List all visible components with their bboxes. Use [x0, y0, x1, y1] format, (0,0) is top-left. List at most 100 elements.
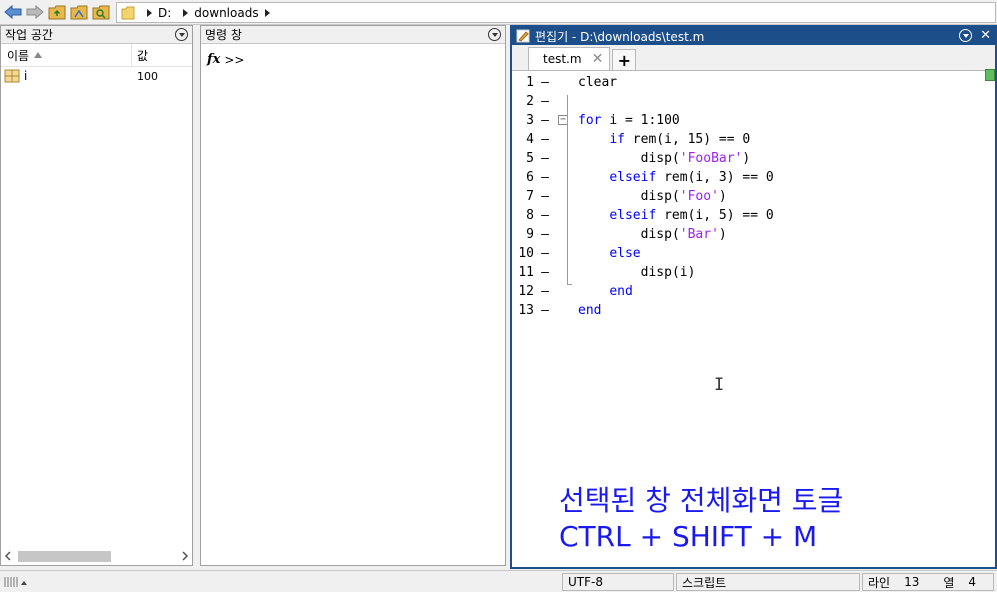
- back-button[interactable]: [2, 1, 24, 23]
- editor-title: 편집기 - D:\downloads\test.m: [535, 29, 705, 44]
- up-folder-icon: [48, 5, 66, 20]
- address-bar[interactable]: D: downloads: [116, 2, 996, 23]
- forward-button[interactable]: [24, 1, 46, 23]
- plus-icon: +: [617, 50, 631, 70]
- command-window-header: 명령 창: [201, 26, 505, 44]
- workspace-title: 작업 공간: [5, 28, 53, 42]
- column-name-header[interactable]: 이름: [1, 44, 132, 66]
- code-line[interactable]: 1– clear: [512, 73, 995, 92]
- command-window-panel[interactable]: 명령 창 fx >>: [200, 25, 506, 566]
- variable-name: i: [24, 69, 28, 83]
- workspace-horizontal-scrollbar[interactable]: [2, 548, 191, 564]
- code-analyzer-status-icon[interactable]: [985, 69, 995, 81]
- line-number: 5: [526, 151, 534, 166]
- tab-label: test.m: [543, 52, 582, 66]
- function-browser-icon[interactable]: fx: [207, 52, 220, 67]
- column-value-header[interactable]: 값: [132, 47, 148, 64]
- breakpoint-marker[interactable]: –: [534, 265, 556, 280]
- line-number: 13: [518, 303, 534, 318]
- code-text: for i = 1:100: [578, 113, 680, 128]
- scroll-left-icon[interactable]: [4, 551, 12, 561]
- status-grip-icon: [4, 577, 27, 587]
- up-folder-button[interactable]: [46, 1, 68, 23]
- editor-panel: 편집기 - D:\downloads\test.m ✕ test.m ✕ + 1…: [510, 25, 997, 569]
- fold-guide-end: [567, 284, 572, 285]
- browse-folder-icon: [70, 5, 88, 20]
- code-line[interactable]: 11– disp(i): [512, 263, 995, 282]
- browse-folder-button[interactable]: [68, 1, 90, 23]
- code-line[interactable]: 6– elseif rem(i, 3) == 0: [512, 168, 995, 187]
- fold-gutter: [556, 301, 568, 320]
- code-area[interactable]: 1– clear 2–3– − for i = 1:100 4– if rem(i, 15…: [512, 73, 995, 320]
- line-number: 8: [526, 208, 534, 223]
- address-folder-segment[interactable]: downloads: [177, 6, 275, 20]
- status-bar: UTF-8 스크립트 라인 13 열 4: [0, 570, 997, 592]
- code-line[interactable]: 12– end: [512, 282, 995, 301]
- code-line[interactable]: 13– end: [512, 301, 995, 320]
- arrow-right-icon: [26, 5, 44, 19]
- line-number: 2: [526, 94, 534, 109]
- line-number: 9: [526, 227, 534, 242]
- line-number: 12: [518, 284, 534, 299]
- breakpoint-marker[interactable]: –: [534, 246, 556, 261]
- status-encoding: UTF-8: [562, 573, 674, 591]
- fold-gutter: [556, 73, 568, 92]
- scroll-right-icon[interactable]: [181, 551, 189, 561]
- tab-test-m[interactable]: test.m ✕: [528, 47, 611, 70]
- code-line[interactable]: 2–: [512, 92, 995, 111]
- scrollbar-thumb[interactable]: [18, 551, 111, 562]
- breakpoint-marker[interactable]: –: [534, 94, 556, 109]
- code-text: disp(i): [640, 265, 696, 280]
- tab-close-icon[interactable]: ✕: [592, 51, 604, 67]
- breakpoint-marker[interactable]: –: [534, 303, 556, 318]
- shortcut-hint-title: 선택된 창 전체화면 토글: [559, 484, 844, 517]
- text-cursor-icon: I: [714, 375, 725, 395]
- new-tab-button[interactable]: +: [612, 49, 637, 70]
- breakpoint-marker[interactable]: –: [534, 284, 556, 299]
- status-line-value: 13: [904, 575, 920, 589]
- code-text: else: [609, 246, 641, 261]
- status-position: 라인 13 열 4: [862, 573, 994, 591]
- code-line[interactable]: 10– else: [512, 244, 995, 263]
- code-line[interactable]: 3– − for i = 1:100: [512, 111, 995, 130]
- workspace-panel: 작업 공간 이름 값 i 100: [0, 25, 193, 566]
- code-text: end: [578, 303, 602, 318]
- code-text: elseif rem(i, 3) == 0: [609, 170, 774, 185]
- search-folder-button[interactable]: [90, 1, 112, 23]
- code-text: elseif rem(i, 5) == 0: [609, 208, 774, 223]
- breakpoint-marker[interactable]: –: [534, 227, 556, 242]
- code-line[interactable]: 8– elseif rem(i, 5) == 0: [512, 206, 995, 225]
- command-prompt: >>: [224, 52, 245, 67]
- command-prompt-line[interactable]: fx >>: [207, 52, 505, 67]
- breakpoint-marker[interactable]: –: [534, 151, 556, 166]
- status-file-type: 스크립트: [676, 573, 860, 591]
- code-line[interactable]: 7– disp('Foo'): [512, 187, 995, 206]
- line-number: 7: [526, 189, 534, 204]
- breakpoint-marker[interactable]: –: [534, 132, 556, 147]
- workspace-variable-row[interactable]: i 100: [1, 67, 192, 85]
- shortcut-hint-keys: CTRL + SHIFT + M: [559, 520, 818, 553]
- breakpoint-marker[interactable]: –: [534, 75, 556, 90]
- workspace-column-header: 이름 값: [1, 44, 192, 67]
- code-line[interactable]: 9– disp('Bar'): [512, 225, 995, 244]
- toolbar: D: downloads: [0, 0, 997, 25]
- breakpoint-marker[interactable]: –: [534, 113, 556, 128]
- code-line[interactable]: 5– disp('FooBar'): [512, 149, 995, 168]
- status-col-label: 열: [943, 575, 955, 590]
- editor-close-icon[interactable]: ✕: [980, 29, 991, 42]
- editor-tabs: test.m ✕ +: [512, 45, 995, 71]
- breakpoint-marker[interactable]: –: [534, 189, 556, 204]
- code-text: disp('FooBar'): [640, 151, 751, 166]
- breakpoint-marker[interactable]: –: [534, 170, 556, 185]
- editor-menu-icon[interactable]: [959, 29, 973, 42]
- fold-guide: [567, 95, 568, 284]
- address-folder: downloads: [194, 5, 259, 20]
- workspace-menu-icon[interactable]: [175, 28, 188, 41]
- command-window-menu-icon[interactable]: [488, 28, 501, 41]
- shortcut-hint-overlay: 선택된 창 전체화면 토글 CTRL + SHIFT + M: [559, 483, 843, 555]
- code-text: end: [609, 284, 633, 299]
- breakpoint-marker[interactable]: –: [534, 208, 556, 223]
- address-drive-segment[interactable]: D:: [141, 6, 171, 20]
- line-number: 4: [526, 132, 534, 147]
- code-line[interactable]: 4– if rem(i, 15) == 0: [512, 130, 995, 149]
